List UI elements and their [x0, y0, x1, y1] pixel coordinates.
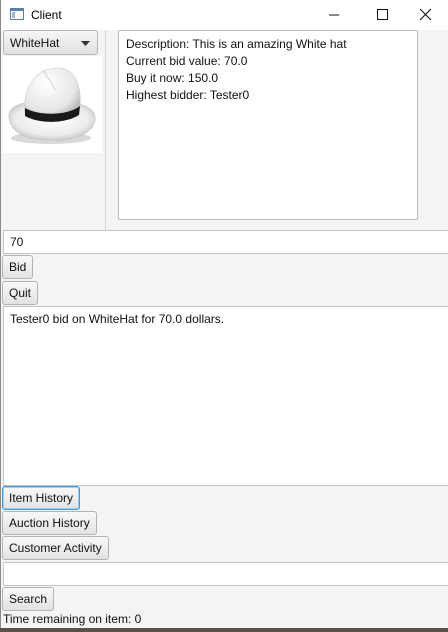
minimize-icon [329, 14, 339, 16]
chevron-down-icon [81, 41, 90, 46]
close-icon [419, 8, 432, 21]
search-input[interactable] [3, 562, 448, 586]
close-button[interactable] [403, 0, 448, 30]
window-title: Client [31, 8, 62, 22]
item-combo-value: WhiteHat [10, 36, 60, 50]
current-bid-value: Current bid value: 70.0 [126, 54, 248, 68]
item-combo-box[interactable]: WhiteHat [3, 30, 98, 55]
item-history-button[interactable]: Item History [2, 486, 81, 510]
activity-log[interactable]: Tester0 bid on WhiteHat for 70.0 dollars… [3, 306, 448, 486]
maximize-icon [377, 9, 388, 20]
item-details-box: Description: This is an amazing White ha… [118, 30, 418, 220]
title-bar: Client [1, 0, 448, 30]
minimize-button[interactable] [311, 0, 357, 30]
app-window-icon [10, 8, 24, 20]
time-remaining-label: Time remaining on item: 0 [3, 612, 142, 626]
bid-amount-input[interactable]: 70 [3, 230, 448, 254]
client-window: Client WhiteHat Description: This is an … [0, 0, 448, 632]
item-select-column: WhiteHat [1, 30, 106, 230]
quit-button[interactable]: Quit [2, 281, 39, 305]
desktop-background [0, 628, 448, 632]
log-message: Tester0 bid on WhiteHat for 70.0 dollars… [10, 312, 225, 326]
buy-it-now-price: Buy it now: 150.0 [126, 71, 219, 85]
customer-activity-button[interactable]: Customer Activity [2, 536, 109, 560]
search-button[interactable]: Search [2, 587, 55, 611]
auction-history-button[interactable]: Auction History [2, 511, 97, 535]
highest-bidder: Highest bidder: Tester0 [126, 88, 250, 102]
item-description: Description: This is an amazing White ha… [126, 37, 347, 51]
bid-button[interactable]: Bid [2, 255, 34, 279]
item-panel: WhiteHat Description: This is an amazing… [1, 30, 448, 230]
white-fedora-hat-image [3, 56, 102, 153]
maximize-button[interactable] [359, 0, 405, 30]
